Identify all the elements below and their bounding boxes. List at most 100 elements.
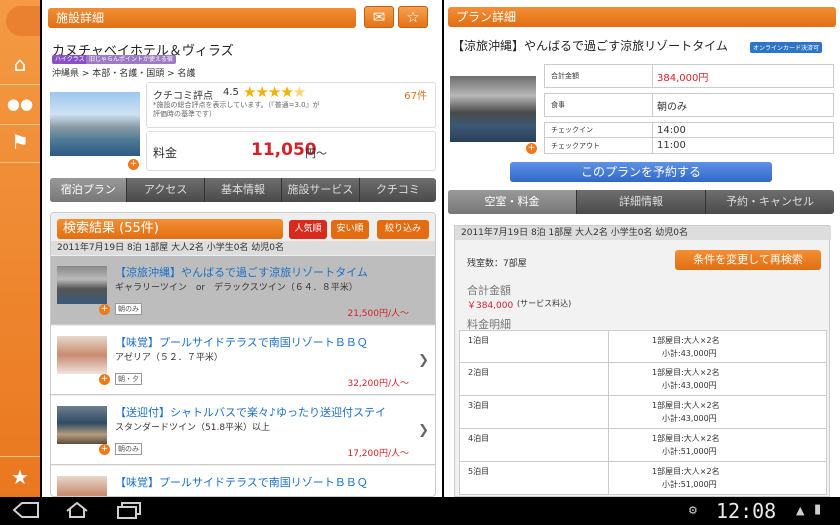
clock: 12:08 bbox=[716, 499, 777, 523]
meal-badge: 朝・夕 bbox=[115, 373, 142, 385]
night-subtotal: 小計:51,000円 bbox=[662, 447, 717, 456]
plan-price: 32,200円/人～ bbox=[347, 379, 409, 389]
plan-price: 21,500円/人～ bbox=[347, 309, 409, 319]
table-row: 1泊目 1部屋目:大人×2名 小計:43,000円 bbox=[459, 330, 827, 363]
checkout-label: チェックアウト bbox=[545, 138, 653, 153]
table-row: 3泊目 1部屋目:大人×2名 小計:43,000円 bbox=[459, 396, 827, 429]
review-count: 67件 bbox=[404, 91, 427, 102]
divider bbox=[0, 162, 40, 163]
favorite-button[interactable]: ☆ bbox=[398, 6, 428, 28]
plan-photo[interactable] bbox=[450, 76, 536, 142]
star-outline-icon: ☆ bbox=[406, 8, 420, 26]
plan-detail-panel: プラン詳細 【涼旅沖縄】やんばるで過ごす涼旅リゾートタイム オンラインカード決済… bbox=[444, 0, 840, 497]
checkin-label: チェックイン bbox=[545, 123, 653, 137]
reserve-plan-button[interactable]: このプランを予約する bbox=[510, 162, 772, 182]
list-item[interactable]: + 【味覚】プールサイドテラスで南国リゾートＢＢＱ アゼリア（５２．７平米） 朝… bbox=[51, 326, 435, 395]
night-detail: 1部屋目:大人×2名 bbox=[652, 368, 720, 377]
wifi-icon: ▲ bbox=[796, 504, 805, 517]
plan-tabbar: 空室・料金 詳細情報 予約・キャンセル bbox=[448, 190, 834, 214]
plus-icon[interactable]: + bbox=[128, 159, 139, 170]
table-row: 4泊目 1部屋目:大人×2名 小計:51,000円 bbox=[459, 429, 827, 462]
plus-icon[interactable]: + bbox=[99, 304, 110, 315]
plus-icon[interactable]: + bbox=[526, 143, 537, 154]
price-box: 料金 11,050 円～ bbox=[146, 131, 436, 171]
sort-cheap-button[interactable]: 安い順 bbox=[331, 220, 369, 239]
night-detail: 1部屋目:大人×2名 bbox=[652, 434, 720, 443]
high-class-badge: ハイクラス bbox=[52, 55, 88, 64]
search-conditions: 2011年7月19日 8泊 1部屋 大人2名 小学生0名 幼児0名 bbox=[455, 226, 831, 240]
facility-detail-panel: 施設詳細 ✉ ☆ カヌチャベイホテル＆ヴィラズ ハイクラス 旧じゃらんポイントが… bbox=[42, 0, 442, 497]
binoculars-icon[interactable]: ●● bbox=[0, 84, 40, 124]
price-label: 料金 bbox=[153, 146, 178, 160]
chevron-right-icon: ❯ bbox=[418, 353, 429, 368]
plan-thumbnail bbox=[57, 476, 107, 496]
total-amount: ￥384,000 bbox=[467, 301, 514, 311]
tab-details[interactable]: 詳細情報 bbox=[577, 190, 706, 214]
review-label: クチコミ評点 bbox=[153, 91, 213, 102]
night-detail: 1部屋目:大人×2名 bbox=[652, 467, 720, 476]
tab-access[interactable]: アクセス bbox=[127, 178, 205, 202]
tab-vacancy-price[interactable]: 空室・料金 bbox=[448, 190, 577, 214]
checkin-value: 14:00 bbox=[657, 124, 686, 136]
sort-popular-button[interactable]: 人気順 bbox=[289, 220, 327, 239]
total-amount-note: (サービス料込) bbox=[517, 299, 572, 308]
flag-icon[interactable]: ⚑ bbox=[0, 122, 40, 162]
change-conditions-button[interactable]: 条件を変更して再検索 bbox=[675, 250, 821, 270]
rooms-left: 残室数：7部屋 bbox=[467, 259, 527, 269]
star-icon[interactable]: ★ bbox=[0, 457, 40, 497]
tab-reservation-cancel[interactable]: 予約・キャンセル bbox=[706, 190, 834, 214]
list-item[interactable]: + 【送迎付】シャトルバスで楽々♪ゆったり送迎付ステイ スタンダードツイン（51… bbox=[51, 396, 435, 465]
night-subtotal: 小計:43,000円 bbox=[662, 414, 717, 423]
plus-icon[interactable]: + bbox=[99, 444, 110, 455]
tab-plans[interactable]: 宿泊プラン bbox=[50, 178, 128, 202]
price-suffix: 円～ bbox=[305, 147, 327, 160]
total-price-row: 合計金額 384,000円 bbox=[544, 64, 834, 88]
night-subtotal: 小計:43,000円 bbox=[662, 381, 717, 390]
list-item[interactable]: 【味覚】プールサイドテラスで南国リゾートＢＢＱ bbox=[51, 466, 435, 496]
price-breakdown-table: 1泊目 1部屋目:大人×2名 小計:43,000円 2泊目 1部屋目:大人×2名小… bbox=[459, 330, 827, 495]
plan-title: 【涼旅沖縄】やんばるで過ごす涼旅リゾートタイム bbox=[452, 39, 728, 53]
meal-badge: 朝のみ bbox=[115, 443, 142, 455]
hotel-photo[interactable] bbox=[50, 92, 140, 156]
mail-icon: ✉ bbox=[372, 8, 386, 26]
night-label: 2泊目 bbox=[468, 368, 490, 377]
back-icon[interactable] bbox=[12, 501, 40, 524]
plan-detail-header: プラン詳細 bbox=[448, 7, 836, 27]
room-type: アゼリア（５２．７平米） bbox=[115, 353, 223, 363]
debug-icon: ⚙ bbox=[688, 504, 698, 517]
review-score: 4.5 bbox=[223, 87, 239, 98]
tab-basic-info[interactable]: 基本情報 bbox=[205, 178, 283, 202]
facility-tabbar: 宿泊プラン アクセス 基本情報 施設サービス クチコミ bbox=[50, 178, 436, 202]
battery-icon: ▮ bbox=[814, 502, 822, 517]
vacancy-price-panel: 2011年7月19日 8泊 1部屋 大人2名 小学生0名 幼児0名 残室数：7部… bbox=[454, 225, 831, 497]
checkout-value: 11:00 bbox=[657, 140, 686, 151]
table-row: 2泊目 1部屋目:大人×2名小計:43,000円 bbox=[459, 363, 827, 396]
recent-apps-icon[interactable] bbox=[116, 501, 142, 524]
tab-services[interactable]: 施設サービス bbox=[282, 178, 360, 202]
rating-stars-icon: ★★★★★ bbox=[243, 83, 306, 101]
plan-title: 【涼旅沖縄】やんばるで過ごす涼旅リゾートタイム bbox=[115, 266, 368, 279]
home-icon[interactable]: ⌂ bbox=[0, 44, 40, 84]
home-icon[interactable] bbox=[64, 501, 90, 524]
plan-title: 【味覚】プールサイドテラスで南国リゾートＢＢＱ bbox=[115, 476, 368, 489]
checkout-row: チェックアウト 11:00 bbox=[544, 138, 834, 154]
checkin-row: チェックイン 14:00 bbox=[544, 122, 834, 138]
plan-title: 【味覚】プールサイドテラスで南国リゾートＢＢＱ bbox=[115, 336, 368, 349]
breadcrumb: 沖縄県 > 本部・名護・国頭 > 名護 bbox=[52, 69, 196, 79]
review-note: *施設の総合評点を表示しています。（『普通=3.0』が評価時の基準です） bbox=[153, 101, 320, 118]
plan-thumbnail bbox=[57, 336, 107, 374]
review-box[interactable]: クチコミ評点 4.5 ★★★★★ 67件 *施設の総合評点を表示しています。（『… bbox=[146, 82, 436, 128]
mail-button[interactable]: ✉ bbox=[364, 6, 394, 28]
list-item[interactable]: + 【涼旅沖縄】やんばるで過ごす涼旅リゾートタイム ギャラリーツイン or デラ… bbox=[51, 256, 435, 325]
sidebar-top-tab[interactable] bbox=[6, 6, 40, 36]
tab-reviews[interactable]: クチコミ bbox=[360, 178, 436, 202]
table-row: 5泊目 1部屋目:大人×2名 小計:51,000円 bbox=[459, 462, 827, 495]
card-payment-badge: オンラインカード決済可 bbox=[750, 42, 823, 53]
total-value: 384,000円 bbox=[657, 72, 709, 84]
total-label: 合計金額 bbox=[545, 65, 653, 87]
filter-button[interactable]: 絞り込み bbox=[377, 220, 429, 239]
night-label: 5泊目 bbox=[468, 467, 490, 476]
app-sidebar: ⌂ ●● ⚑ ★ bbox=[0, 0, 40, 497]
chevron-right-icon: ❯ bbox=[418, 423, 429, 438]
plus-icon[interactable]: + bbox=[99, 374, 110, 385]
